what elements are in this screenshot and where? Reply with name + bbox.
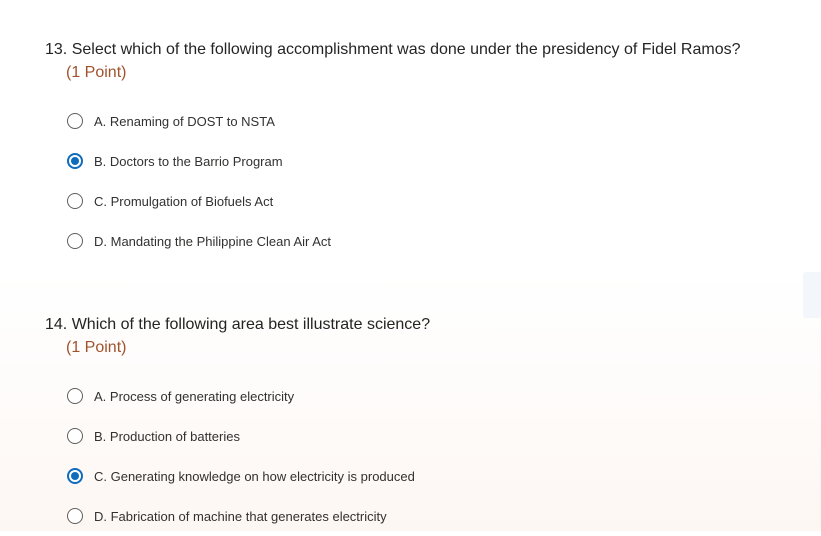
side-panel-tab[interactable] (803, 272, 821, 318)
option-list: A. Renaming of DOST to NSTA B. Doctors t… (67, 101, 740, 261)
option-label: C. Promulgation of Biofuels Act (94, 193, 274, 209)
option-label: D. Mandating the Philippine Clean Air Ac… (94, 233, 332, 249)
option-c[interactable]: C. Promulgation of Biofuels Act (67, 181, 740, 221)
option-label: B. Doctors to the Barrio Program (94, 153, 283, 169)
option-label: B. Production of batteries (94, 428, 240, 444)
option-d[interactable]: D. Mandating the Philippine Clean Air Ac… (67, 221, 740, 261)
option-a[interactable]: A. Process of generating electricity (67, 376, 430, 416)
radio-button[interactable] (67, 233, 83, 249)
question-14: 14. Which of the following area best ill… (45, 315, 430, 536)
question-title: 13. Select which of the following accomp… (45, 41, 741, 58)
option-label: A. Renaming of DOST to NSTA (94, 113, 275, 129)
question-title: 14. Which of the following area best ill… (45, 316, 431, 333)
option-c[interactable]: C. Generating knowledge on how electrici… (67, 456, 430, 496)
question-13: 13. Select which of the following accomp… (45, 40, 740, 261)
option-a[interactable]: A. Renaming of DOST to NSTA (67, 101, 740, 141)
radio-button[interactable] (67, 428, 83, 444)
radio-button[interactable] (67, 468, 83, 484)
radio-button[interactable] (67, 153, 83, 169)
radio-button[interactable] (67, 193, 83, 209)
question-points: (1 Point) (66, 64, 127, 81)
radio-button[interactable] (67, 388, 83, 404)
option-d[interactable]: D. Fabrication of machine that generates… (67, 496, 430, 536)
radio-button[interactable] (67, 113, 83, 129)
option-label: D. Fabrication of machine that generates… (94, 508, 387, 524)
option-list: A. Process of generating electricity B. … (67, 376, 430, 536)
option-label: A. Process of generating electricity (94, 388, 295, 404)
question-points: (1 Point) (66, 339, 127, 356)
radio-button[interactable] (67, 508, 83, 524)
option-b[interactable]: B. Production of batteries (67, 416, 430, 456)
option-b[interactable]: B. Doctors to the Barrio Program (67, 141, 740, 181)
option-label: C. Generating knowledge on how electrici… (94, 468, 415, 484)
